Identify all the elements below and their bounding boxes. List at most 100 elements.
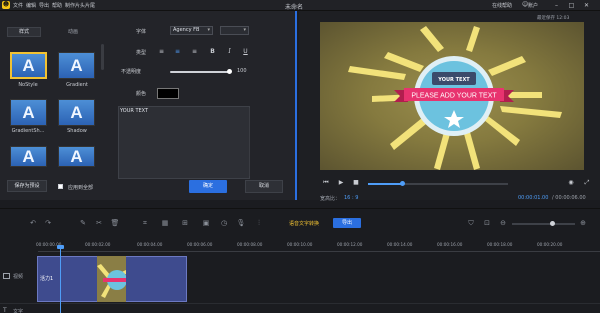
tab-animation[interactable]: 动画 bbox=[56, 27, 90, 37]
style-tile-5[interactable]: A bbox=[10, 146, 47, 167]
style-label: NoStyle bbox=[18, 82, 38, 88]
opacity-slider[interactable] bbox=[170, 71, 230, 73]
record-icon[interactable]: 🎙 bbox=[236, 218, 246, 228]
type-label: 类型 bbox=[136, 50, 147, 56]
chevron-down-icon: ▾ bbox=[207, 27, 210, 33]
opacity-value: 100 bbox=[237, 68, 247, 74]
speech-to-text-button[interactable]: 语音文字转换 bbox=[289, 220, 319, 227]
align-center-icon[interactable]: ≡ bbox=[173, 48, 182, 56]
video-track-icon bbox=[3, 273, 10, 279]
bold-icon[interactable]: B bbox=[208, 48, 217, 56]
cancel-button[interactable]: 取消 bbox=[245, 180, 283, 193]
style-glyph: A bbox=[70, 146, 83, 166]
redo-icon[interactable]: ↷ bbox=[43, 218, 53, 228]
freeze-icon[interactable]: ▣ bbox=[201, 218, 211, 228]
tick-label: 00:00:08.00 bbox=[237, 242, 263, 247]
minimize-icon[interactable]: – bbox=[552, 1, 561, 10]
prev-frame-icon[interactable]: ⏮ bbox=[322, 179, 330, 187]
zoom-slider[interactable] bbox=[512, 223, 575, 225]
style-tile-gradient-shadow[interactable]: A bbox=[10, 99, 47, 126]
clip-thumbnail-graphic bbox=[97, 256, 126, 302]
marker-icon[interactable]: ⛉ bbox=[466, 218, 476, 228]
font-select[interactable]: Agency FB ▾ bbox=[170, 26, 213, 35]
menu-export[interactable]: 导出 bbox=[39, 2, 49, 9]
current-time: 00:00:01.00 bbox=[518, 195, 549, 201]
zoom-out-icon[interactable]: ⊖ bbox=[498, 218, 508, 228]
style-label: Shadow bbox=[67, 128, 87, 134]
menu-intro-outro[interactable]: 制作片头片尾 bbox=[65, 2, 95, 9]
badge-top-text: YOUR TEXT bbox=[437, 77, 470, 83]
tick-label: 00:00:18.00 bbox=[487, 242, 513, 247]
aspect-ratio-value[interactable]: 16 : 9 bbox=[344, 195, 358, 201]
stop-icon[interactable]: ■ bbox=[352, 179, 360, 187]
track-divider bbox=[0, 303, 600, 304]
playback-progress-handle[interactable] bbox=[399, 181, 405, 186]
playhead[interactable] bbox=[60, 246, 61, 313]
undo-icon[interactable]: ↶ bbox=[28, 218, 38, 228]
fit-icon[interactable]: ⊡ bbox=[482, 218, 492, 228]
menu-help[interactable]: 帮助 bbox=[52, 2, 62, 9]
style-glyph: A bbox=[22, 102, 35, 122]
text-track-icon: T bbox=[3, 307, 7, 313]
maximize-icon[interactable]: □ bbox=[567, 1, 576, 10]
mosaic-icon[interactable]: ▦ bbox=[160, 218, 170, 228]
playhead-handle[interactable] bbox=[57, 245, 64, 249]
snapshot-icon[interactable]: ◉ bbox=[567, 179, 575, 187]
aspect-ratio-label: 宽高比： bbox=[320, 196, 341, 202]
text-input-scrollbar[interactable] bbox=[249, 108, 250, 176]
style-tile-shadow[interactable]: A bbox=[58, 99, 95, 126]
style-tile-6[interactable]: A bbox=[58, 146, 95, 167]
fullscreen-icon[interactable]: ⤢ bbox=[583, 179, 591, 187]
font-value: Agency FB bbox=[173, 27, 200, 33]
style-tile-gradient[interactable]: A bbox=[58, 52, 95, 79]
time-ruler[interactable] bbox=[38, 248, 600, 252]
video-preview[interactable]: YOUR TEXT PLEASE ADD YOUR TEXT bbox=[320, 22, 584, 170]
playback-progress-fill bbox=[368, 183, 402, 185]
text-input-value: YOUR TEXT bbox=[120, 108, 149, 114]
export-button[interactable]: 导出 bbox=[333, 218, 361, 228]
text-input[interactable] bbox=[118, 106, 250, 179]
styles-scrollbar[interactable] bbox=[101, 44, 104, 70]
menu-file[interactable]: 文件 bbox=[13, 2, 23, 9]
tick-label: 00:00:06.00 bbox=[187, 242, 213, 247]
menu-edit[interactable]: 编辑 bbox=[26, 2, 36, 9]
font-size-select[interactable]: ▾ bbox=[220, 26, 249, 35]
delete-icon[interactable]: 🗑 bbox=[110, 218, 120, 228]
ok-button[interactable]: 确定 bbox=[189, 180, 227, 193]
save-preset-button[interactable]: 保存为预设 bbox=[7, 180, 47, 192]
online-help-link[interactable]: 在线帮助 bbox=[492, 2, 512, 9]
crop-icon[interactable]: ⌗ bbox=[140, 218, 150, 228]
speed-icon[interactable]: ⊞ bbox=[180, 218, 190, 228]
underline-icon[interactable]: U bbox=[241, 48, 250, 56]
align-left-icon[interactable]: ≡ bbox=[157, 48, 166, 56]
video-track-label: 视频 bbox=[13, 274, 24, 280]
split-icon[interactable]: ⫶ bbox=[254, 218, 264, 228]
apply-all-checkbox[interactable] bbox=[58, 184, 63, 189]
tick-label: 00:00:04.00 bbox=[137, 242, 163, 247]
tick-label: 00:00:14.00 bbox=[387, 242, 413, 247]
color-picker[interactable] bbox=[157, 88, 179, 99]
style-tile-nostyle[interactable]: A bbox=[10, 52, 47, 79]
zoom-slider-handle[interactable] bbox=[550, 221, 555, 226]
tick-label: 00:00:12.00 bbox=[337, 242, 363, 247]
clip-name: 活力1 bbox=[40, 276, 54, 282]
style-label: GradientSh... bbox=[11, 128, 45, 134]
close-icon[interactable]: ✕ bbox=[582, 1, 591, 10]
opacity-slider-handle[interactable] bbox=[227, 69, 232, 74]
play-icon[interactable]: ▶ bbox=[337, 179, 345, 187]
style-glyph: A bbox=[70, 55, 83, 75]
tab-style[interactable]: 样式 bbox=[7, 27, 41, 37]
zoom-in-icon[interactable]: ⊕ bbox=[578, 218, 588, 228]
style-label: Gradient bbox=[66, 82, 88, 88]
align-right-icon[interactable]: ≡ bbox=[190, 48, 199, 56]
color-label: 颜色 bbox=[136, 91, 147, 97]
opacity-label: 不透明度 bbox=[121, 69, 142, 75]
cut-icon[interactable]: ✂ bbox=[94, 218, 104, 228]
window-title: 未命名 bbox=[285, 4, 304, 11]
duration-icon[interactable]: ◷ bbox=[219, 218, 229, 228]
tick-label: 00:00:10.00 bbox=[287, 242, 313, 247]
font-label: 字体 bbox=[136, 29, 147, 35]
italic-icon[interactable]: I bbox=[225, 48, 234, 56]
edit-icon[interactable]: ✎ bbox=[78, 218, 88, 228]
account-menu[interactable]: 账户 bbox=[528, 2, 538, 9]
